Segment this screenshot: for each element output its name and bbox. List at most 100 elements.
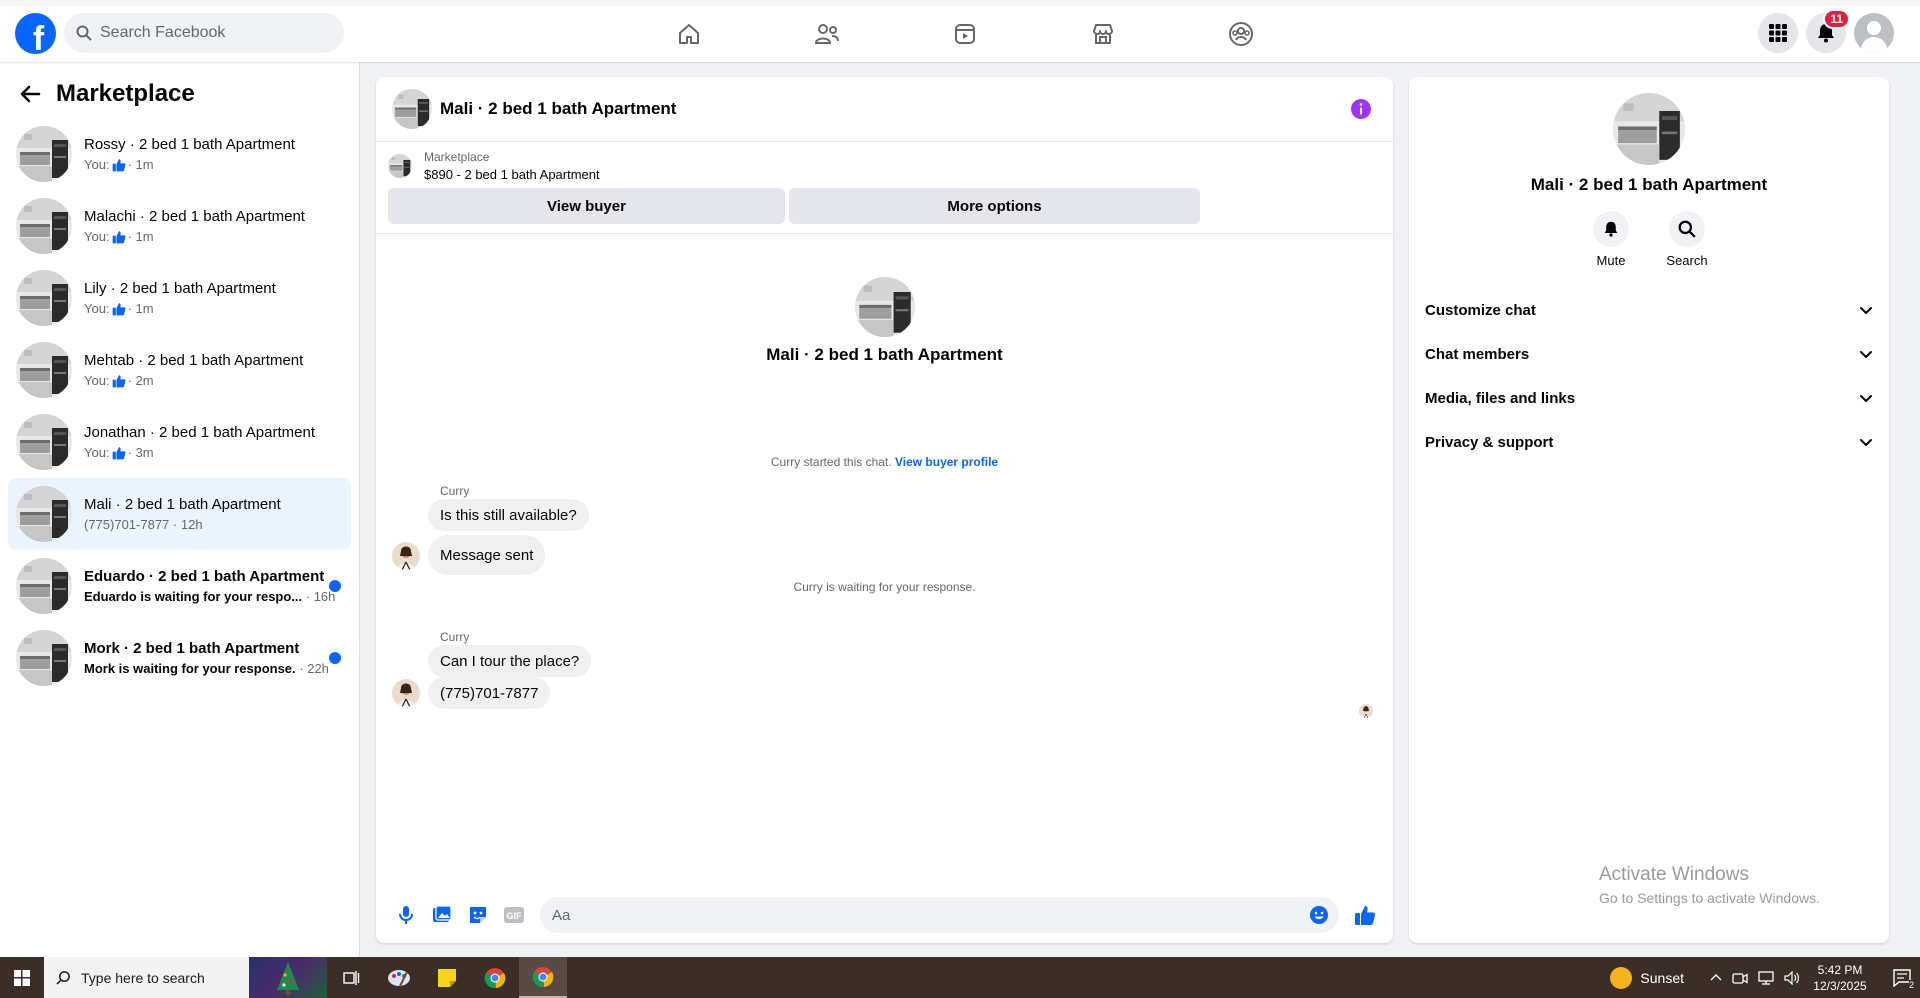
task-view-button[interactable] bbox=[327, 957, 375, 998]
taskbar-clock[interactable]: 5:42 PM 12/3/2025 bbox=[1810, 962, 1870, 994]
conversation-item[interactable]: Mali · 2 bed 1 bath Apartment (775)701-78… bbox=[8, 478, 351, 550]
search-facebook-box[interactable] bbox=[64, 13, 344, 53]
conversation-item[interactable]: Mork · 2 bed 1 bath Apartment Mork is wai… bbox=[8, 622, 351, 694]
menu-button[interactable] bbox=[1758, 13, 1798, 53]
nav-video[interactable] bbox=[896, 6, 1034, 62]
taskbar-app-paint[interactable] bbox=[375, 957, 423, 998]
message-bubble[interactable]: Can I tour the place? bbox=[428, 645, 592, 677]
thumbs-up-icon bbox=[112, 230, 126, 243]
video-icon bbox=[955, 24, 975, 44]
preview-time: · 1m bbox=[127, 157, 154, 172]
sender-avatar[interactable] bbox=[392, 542, 420, 570]
preview-text: You: bbox=[84, 445, 110, 460]
details-menu-item[interactable]: Media, files and links bbox=[1409, 376, 1889, 420]
top-navigation-bar: f 11 bbox=[0, 0, 1920, 62]
conversation-name: Rossy · 2 bed 1 bath Apartment bbox=[84, 136, 295, 153]
chevron-up-icon[interactable] bbox=[1710, 972, 1722, 984]
details-title: Mali · 2 bed 1 bath Apartment bbox=[1530, 175, 1768, 194]
conversation-preview: You: · 3m bbox=[84, 445, 315, 460]
apartment-photo bbox=[16, 126, 72, 182]
marketplace-icon bbox=[1093, 24, 1113, 44]
search-icon bbox=[76, 25, 92, 41]
conversation-thumbnail bbox=[16, 414, 72, 470]
gif-button[interactable]: GIF bbox=[496, 897, 532, 933]
apartment-photo bbox=[16, 414, 72, 470]
conversation-thumbnail bbox=[16, 270, 72, 326]
chat-title[interactable]: Mali · 2 bed 1 bath Apartment bbox=[440, 99, 676, 119]
christmas-tree-icon bbox=[277, 961, 299, 995]
notification-count: 2 bbox=[1908, 980, 1914, 990]
start-button[interactable] bbox=[0, 957, 44, 998]
nav-home[interactable] bbox=[620, 6, 758, 62]
photo-icon bbox=[433, 905, 452, 922]
conversation-item[interactable]: Rossy · 2 bed 1 bath Apartment You: · 1m bbox=[8, 118, 351, 190]
back-button[interactable] bbox=[12, 76, 48, 112]
send-like-button[interactable] bbox=[1347, 897, 1383, 933]
info-icon bbox=[1351, 99, 1371, 119]
apartment-photo bbox=[16, 486, 72, 542]
sender-avatar[interactable] bbox=[392, 679, 420, 707]
chevron-down-icon bbox=[1860, 351, 1872, 358]
facebook-logo[interactable]: f bbox=[15, 13, 56, 54]
details-menu-item[interactable]: Privacy & support bbox=[1409, 420, 1889, 464]
search-in-conversation-button[interactable]: Search bbox=[1666, 211, 1708, 268]
message-bubble[interactable]: (775)701-7877 bbox=[428, 677, 551, 709]
weather-widget[interactable]: Sunset bbox=[1610, 966, 1684, 989]
thumbs-up-icon bbox=[112, 302, 126, 315]
volume-icon[interactable] bbox=[1784, 970, 1800, 985]
conversation-item[interactable]: Lily · 2 bed 1 bath Apartment You: · 1m bbox=[8, 262, 351, 334]
search-highlight-image[interactable] bbox=[249, 957, 327, 998]
account-avatar[interactable] bbox=[1854, 13, 1894, 53]
page-scrollbar[interactable] bbox=[1906, 62, 1920, 957]
view-buyer-profile-link[interactable]: View buyer profile bbox=[895, 455, 998, 469]
mute-button[interactable]: Mute bbox=[1591, 211, 1631, 268]
action-center-button[interactable]: 2 bbox=[1884, 957, 1920, 998]
chat-intro: Mali · 2 bed 1 bath Apartment bbox=[376, 277, 1393, 365]
unread-indicator bbox=[329, 652, 341, 664]
details-menu-item[interactable]: Chat members bbox=[1409, 332, 1889, 376]
attach-photo-button[interactable] bbox=[424, 897, 460, 933]
listing-title[interactable]: $890 - 2 bed 1 bath Apartment bbox=[424, 167, 600, 182]
nav-friends[interactable] bbox=[758, 6, 896, 62]
system-tray: Sunset 5:42 PM 12/3/2025 2 bbox=[1610, 957, 1920, 998]
message-input-box[interactable] bbox=[540, 897, 1339, 933]
conversation-item[interactable]: Mehtab · 2 bed 1 bath Apartment You: · 2m bbox=[8, 334, 351, 406]
view-buyer-button[interactable]: View buyer bbox=[388, 188, 785, 224]
conversation-item[interactable]: Malachi · 2 bed 1 bath Apartment You: · 1m bbox=[8, 190, 351, 262]
taskbar-app-sticky-notes[interactable] bbox=[423, 957, 471, 998]
chat-header-thumbnail[interactable] bbox=[392, 89, 432, 129]
message-bubble[interactable]: Message sent bbox=[428, 535, 546, 575]
conversation-name: Mali · 2 bed 1 bath Apartment bbox=[84, 496, 281, 513]
conversation-thumbnail bbox=[16, 198, 72, 254]
sticker-button[interactable] bbox=[460, 897, 496, 933]
message-input[interactable] bbox=[552, 906, 1309, 924]
search-facebook-input[interactable] bbox=[100, 24, 320, 42]
emoji-icon[interactable] bbox=[1309, 905, 1329, 925]
listing-thumbnail[interactable] bbox=[388, 154, 412, 178]
notifications-button[interactable]: 11 bbox=[1806, 9, 1850, 53]
network-icon[interactable] bbox=[1758, 970, 1774, 985]
taskbar-app-chrome-2[interactable] bbox=[519, 957, 567, 998]
windows-logo-icon bbox=[14, 969, 30, 986]
details-thumbnail[interactable] bbox=[1613, 93, 1685, 165]
details-menu-label: Chat members bbox=[1425, 345, 1530, 363]
details-menu-item[interactable]: Customize chat bbox=[1409, 288, 1889, 332]
conversation-item[interactable]: Jonathan · 2 bed 1 bath Apartment You: · 3… bbox=[8, 406, 351, 478]
conversation-name: Malachi · 2 bed 1 bath Apartment bbox=[84, 208, 305, 225]
taskbar-search-box[interactable]: Type here to search bbox=[44, 957, 249, 998]
nav-marketplace[interactable] bbox=[1034, 6, 1172, 62]
listing-card: Marketplace $890 - 2 bed 1 bath Apartmen… bbox=[376, 142, 1393, 224]
nav-groups[interactable] bbox=[1172, 6, 1310, 62]
thumbs-up-icon bbox=[112, 374, 126, 387]
meet-now-icon[interactable] bbox=[1732, 971, 1748, 985]
more-options-button[interactable]: More options bbox=[789, 188, 1200, 224]
taskbar-app-chrome-1[interactable] bbox=[471, 957, 519, 998]
chevron-down-icon bbox=[1860, 307, 1872, 314]
conversation-item[interactable]: Eduardo · 2 bed 1 bath Apartment Eduardo … bbox=[8, 550, 351, 622]
details-menu-label: Media, files and links bbox=[1425, 389, 1576, 407]
person-photo bbox=[392, 679, 420, 707]
message-bubble[interactable]: Is this still available? bbox=[428, 499, 589, 531]
voice-clip-button[interactable] bbox=[388, 897, 424, 933]
intro-thumbnail[interactable] bbox=[854, 277, 915, 337]
conversation-info-button[interactable] bbox=[1351, 99, 1371, 124]
